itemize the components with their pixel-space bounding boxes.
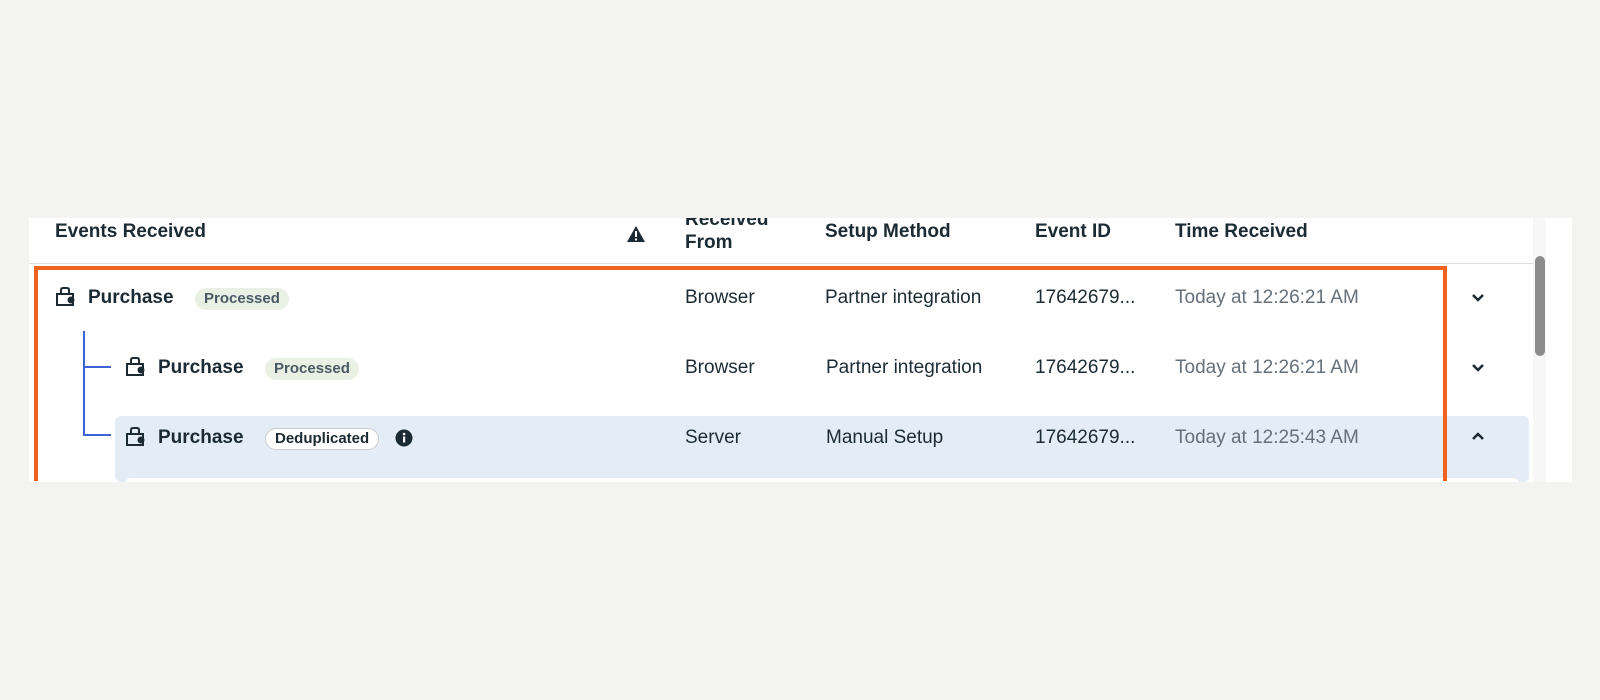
received-from: Browser [685,287,755,308]
header-received-from[interactable]: Received From [685,218,768,254]
status-badge: Deduplicated [265,428,380,450]
time-received: Today at 12:26:21 AM [1175,357,1359,378]
status-badge: Processed [265,358,359,380]
events-table: Events Received Received From Setup Meth… [29,218,1572,482]
event-name: Purchase [158,357,244,378]
header-received-from-line2: From [685,232,733,253]
scrollbar-thumb[interactable] [1535,256,1545,356]
status-badge: Processed [195,288,289,310]
chevron-up-icon[interactable] [1470,430,1486,442]
warning-icon[interactable] [626,225,646,243]
event-id: 17642679... [1035,287,1136,308]
header-events-received[interactable]: Events Received [55,220,206,243]
expanded-details-card [125,478,1519,482]
header-time-received[interactable]: Time Received [1175,220,1308,243]
header-received-from-line1: Received [685,218,769,230]
event-id: 17642679... [1035,357,1136,378]
table-row[interactable]: Purchase Processed Browser Partner integ… [29,274,1484,336]
event-name: Purchase [88,287,174,308]
time-received: Today at 12:26:21 AM [1175,287,1359,308]
table-row-selected[interactable]: Purchase Deduplicated Server Manual Setu… [29,414,1484,476]
received-from: Browser [685,357,755,378]
shopping-bag-icon [56,287,75,306]
event-id: 17642679... [1035,427,1136,448]
header-event-id[interactable]: Event ID [1035,220,1111,243]
header-setup-method[interactable]: Setup Method [825,220,951,243]
event-name: Purchase [158,427,244,448]
shopping-bag-icon [126,427,145,446]
setup-method: Partner integration [825,287,982,308]
setup-method: Partner integration [826,357,983,378]
received-from: Server [685,427,741,448]
shopping-bag-icon [126,357,145,376]
table-header: Events Received Received From Setup Meth… [29,218,1535,264]
chevron-down-icon[interactable] [1470,292,1486,304]
info-icon[interactable] [395,429,413,447]
table-row[interactable]: Purchase Processed Browser Partner integ… [29,344,1484,406]
setup-method: Manual Setup [826,427,944,448]
time-received: Today at 12:25:43 AM [1175,427,1359,448]
chevron-down-icon[interactable] [1470,362,1486,374]
